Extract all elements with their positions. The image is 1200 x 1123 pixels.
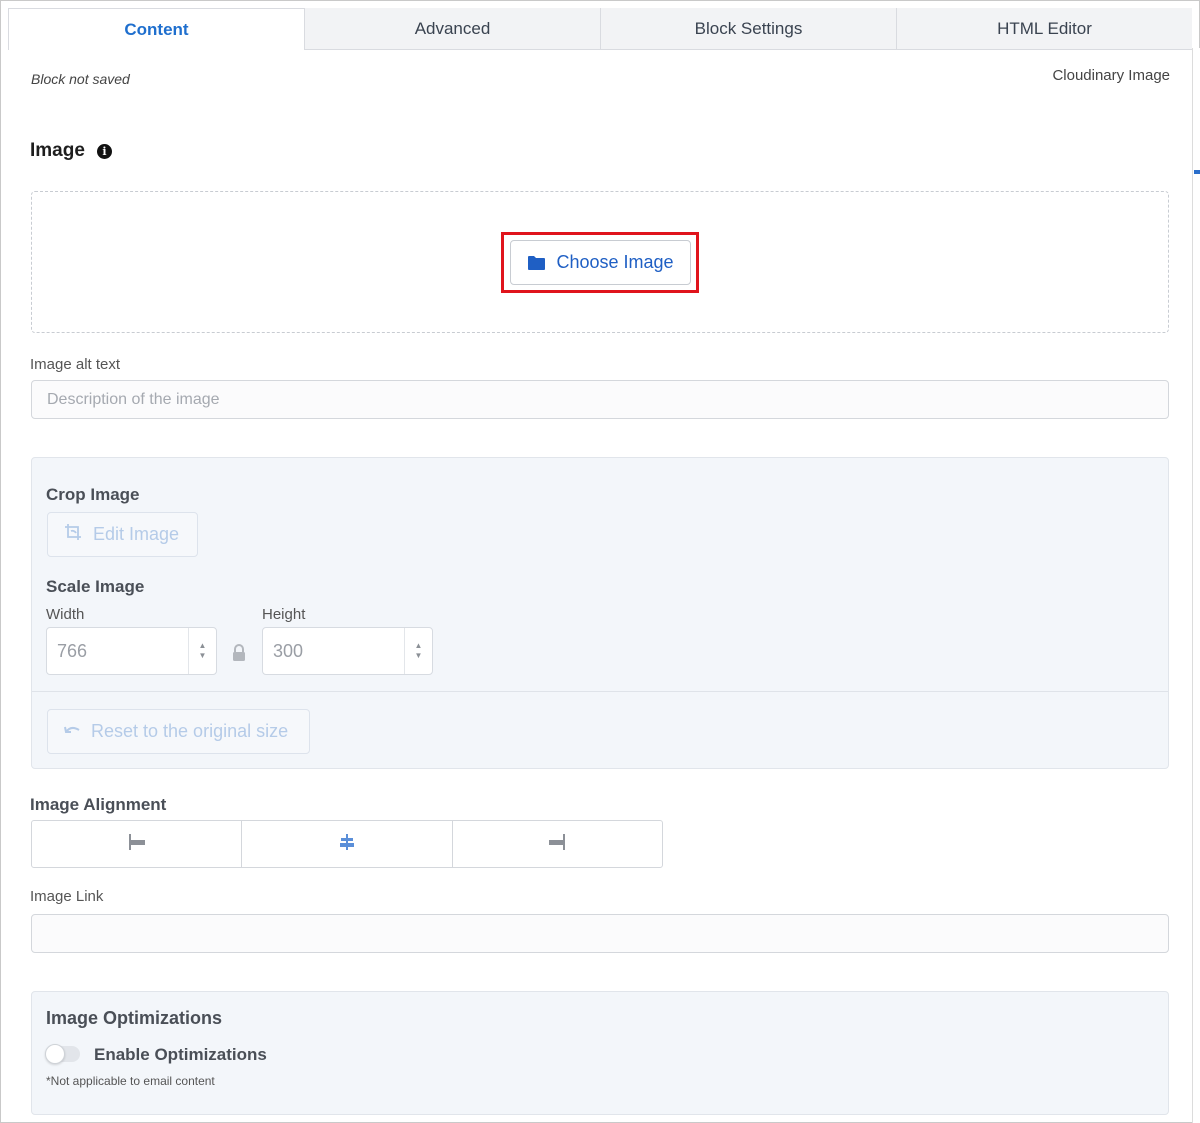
align-right-icon [548, 833, 566, 855]
chevron-down-icon[interactable]: ▼ [199, 652, 207, 660]
enable-optimizations-toggle[interactable] [45, 1044, 80, 1064]
tab-bar: Content Advanced Block Settings HTML Edi… [8, 8, 1192, 50]
align-center-icon [339, 833, 355, 855]
folder-icon [527, 255, 546, 271]
align-center-button[interactable] [241, 821, 451, 867]
height-value: 300 [273, 640, 304, 661]
chevron-down-icon[interactable]: ▼ [415, 652, 423, 660]
lock-icon[interactable] [231, 644, 247, 667]
toggle-knob [45, 1044, 65, 1064]
width-label: Width [46, 606, 85, 623]
height-input[interactable]: 300 ▲ ▼ [262, 627, 433, 675]
width-value: 766 [57, 640, 88, 661]
align-left-icon [128, 833, 146, 855]
tab-block-settings[interactable]: Block Settings [600, 8, 896, 50]
height-label: Height [262, 606, 306, 623]
undo-icon [63, 721, 81, 742]
scroll-indicator [1194, 170, 1200, 174]
scale-image-title: Scale Image [46, 577, 145, 596]
chevron-up-icon[interactable]: ▲ [199, 642, 207, 650]
reset-size-button[interactable]: Reset to the original size [47, 709, 310, 754]
alt-text-label: Image alt text [30, 356, 121, 373]
panel-divider [32, 691, 1168, 692]
right-scroll-edge [1192, 48, 1200, 1123]
block-type-label: Cloudinary Image [1052, 67, 1170, 84]
width-stepper[interactable]: ▲ ▼ [188, 628, 216, 674]
crop-image-title: Crop Image [46, 485, 140, 504]
choose-image-label: Choose Image [556, 252, 674, 272]
tab-html-editor[interactable]: HTML Editor [896, 8, 1192, 50]
info-circle-icon[interactable]: i [96, 143, 112, 159]
reset-size-label: Reset to the original size [91, 721, 289, 741]
chevron-up-icon[interactable]: ▲ [415, 642, 423, 650]
height-stepper[interactable]: ▲ ▼ [404, 628, 432, 674]
optimizations-note: *Not applicable to email content [46, 1074, 215, 1088]
width-input[interactable]: 766 ▲ ▼ [46, 627, 217, 675]
choose-image-button[interactable]: Choose Image [510, 240, 691, 285]
crop-scale-panel: Crop Image Edit Image Scale Image Width … [31, 457, 1169, 769]
align-right-button[interactable] [451, 821, 662, 867]
image-link-label: Image Link [30, 888, 104, 905]
edit-image-button[interactable]: Edit Image [47, 512, 198, 557]
image-link-input[interactable] [31, 914, 1169, 953]
save-status: Block not saved [31, 71, 130, 87]
tab-advanced[interactable]: Advanced [304, 8, 600, 50]
alt-text-input[interactable] [31, 380, 1169, 419]
image-section-title: Image i [30, 140, 112, 162]
edit-image-label: Edit Image [93, 524, 180, 544]
crop-icon [63, 522, 83, 547]
image-title-text: Image [30, 140, 85, 161]
align-left-button[interactable] [32, 821, 241, 867]
alignment-title: Image Alignment [30, 795, 167, 814]
optimizations-title: Image Optimizations [46, 1008, 223, 1028]
alignment-group [31, 820, 663, 868]
tab-content[interactable]: Content [8, 8, 304, 50]
enable-optimizations-label: Enable Optimizations [94, 1045, 267, 1064]
